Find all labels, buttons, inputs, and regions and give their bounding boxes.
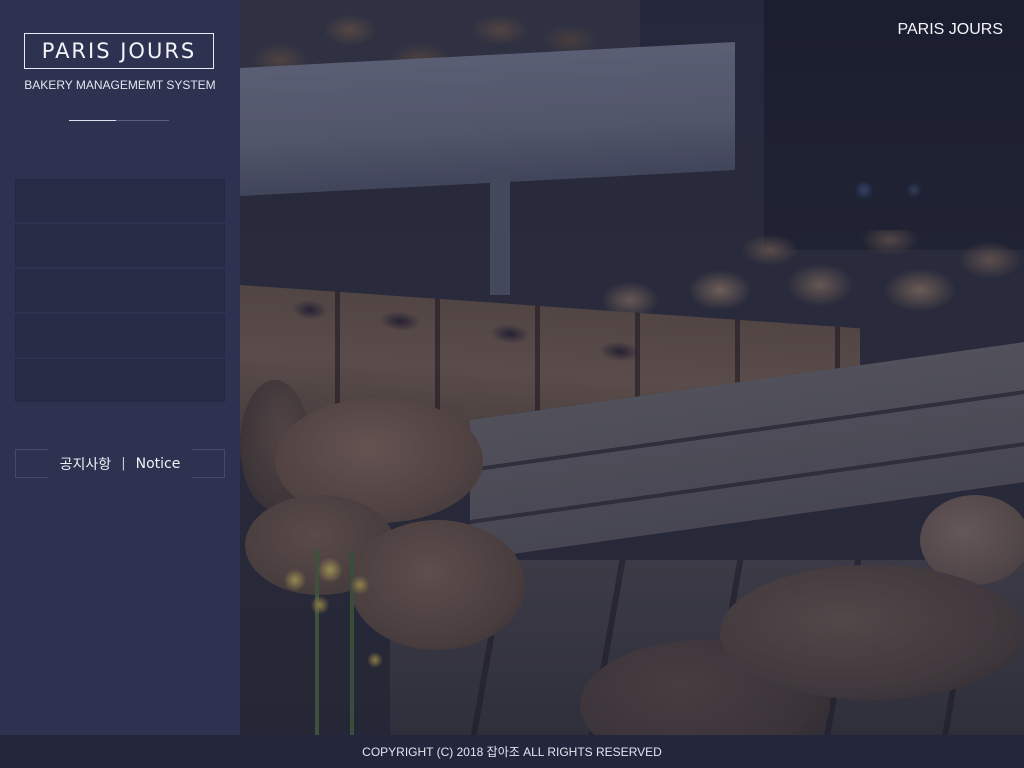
notice-button[interactable]: 공지사항 | Notice (15, 449, 225, 478)
sidebar-menu (15, 179, 225, 404)
notice-bracket-left (15, 449, 48, 478)
notice-separator: | (121, 456, 126, 471)
sidebar-item-4[interactable] (15, 314, 225, 357)
hero-image (240, 0, 1024, 735)
brand-title-right[interactable]: PARIS JOURS (898, 21, 1004, 39)
sidebar-item-5[interactable] (15, 359, 225, 402)
notice-english: Notice (135, 455, 181, 472)
notice-bracket-right (192, 449, 225, 478)
sidebar-item-2[interactable] (15, 224, 225, 267)
logo-divider-active (69, 120, 116, 121)
sidebar-item-1[interactable] (15, 179, 225, 222)
hero-overlay (240, 0, 1024, 735)
logo-divider (69, 120, 169, 121)
logo-title: PARIS JOURS (41, 39, 197, 63)
sidebar-item-3[interactable] (15, 269, 225, 312)
logo[interactable]: PARIS JOURS (24, 33, 214, 69)
logo-subtitle: BAKERY MANAGEMEMT SYSTEM (24, 78, 216, 92)
copyright-text: COPYRIGHT (C) 2018 잡아조 ALL RIGHTS RESERV… (362, 745, 662, 759)
sidebar: PARIS JOURS BAKERY MANAGEMEMT SYSTEM 공지사… (0, 0, 240, 735)
notice-korean: 공지사항 (59, 456, 112, 473)
notice-label: 공지사항 | Notice (60, 454, 181, 474)
footer: COPYRIGHT (C) 2018 잡아조 ALL RIGHTS RESERV… (0, 735, 1024, 768)
